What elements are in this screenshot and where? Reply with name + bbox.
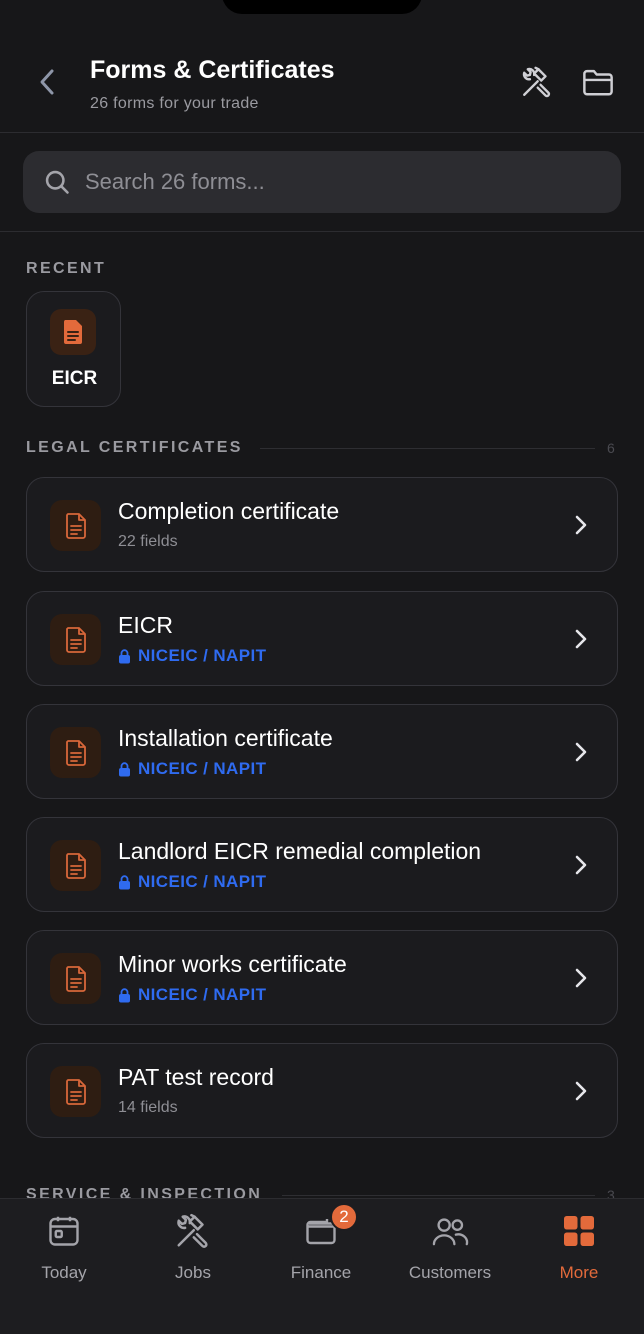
chevron-right-icon [571,626,591,652]
certificate-card[interactable]: Installation certificate NICEIC / NAPIT [26,704,618,799]
certificate-name: Landlord EICR remedial completion [118,838,482,864]
document-icon [65,852,86,879]
certificate-name: PAT test record [118,1064,274,1090]
certificate-card[interactable]: EICR NICEIC / NAPIT [26,591,618,686]
page-title: Forms & Certificates [90,56,335,84]
chevron-right-icon [571,1078,591,1104]
accreditation-badge: NICEIC / NAPIT [118,646,266,666]
tools-icon [177,1213,208,1248]
chevron-right-icon [571,852,591,878]
document-icon [65,512,86,539]
tab-finance[interactable]: 2 Finance [257,1203,385,1291]
certificate-name: Installation certificate [118,725,333,751]
document-icon [65,1078,86,1105]
section-label-legal: LEGAL CERTIFICATES [26,439,243,456]
recent-item-eicr[interactable]: EICR [26,291,121,407]
chevron-right-icon [571,739,591,765]
section-divider [260,448,595,449]
section-divider [282,1195,595,1196]
accreditation-text: NICEIC / NAPIT [138,985,267,1004]
accreditation-text: NICEIC / NAPIT [138,646,267,665]
back-button[interactable] [30,62,64,102]
accreditation-badge: NICEIC / NAPIT [118,985,266,1005]
field-count: 22 fields [118,533,178,550]
lock-icon [118,648,131,664]
document-icon [65,626,86,653]
document-icon [63,320,82,344]
certificate-card[interactable]: Minor works certificate NICEIC / NAPIT [26,930,618,1025]
grid-icon [564,1216,594,1246]
back-chevron-icon [40,69,54,95]
tab-label: Jobs [175,1263,211,1282]
chevron-right-icon [571,965,591,991]
notification-badge: 2 [330,1203,358,1231]
field-count: 14 fields [118,1099,178,1116]
header: Forms & Certificates 26 forms for your t… [0,0,644,133]
tab-bar: Today Jobs 2 Finance Customers More [0,1198,644,1334]
accreditation-badge: NICEIC / NAPIT [118,759,266,779]
hammer-wrench-icon [522,66,551,98]
accreditation-text: NICEIC / NAPIT [138,759,267,778]
search-input[interactable] [85,151,605,213]
page-subtitle: 26 forms for your trade [90,95,259,112]
tab-customers[interactable]: Customers [386,1211,514,1291]
chevron-right-icon [571,512,591,538]
tab-more[interactable]: More [515,1211,643,1291]
tab-jobs[interactable]: Jobs [129,1211,257,1291]
tools-button[interactable] [517,62,557,102]
accreditation-text: NICEIC / NAPIT [138,872,267,891]
section-count-legal: 6 [607,440,615,456]
document-icon [65,965,86,992]
certificate-name: Completion certificate [118,498,340,524]
people-icon [432,1218,469,1246]
search-icon [45,170,69,194]
certificate-name: EICR [118,612,173,638]
divider [0,231,644,232]
folder-icon [583,69,613,96]
certificate-card[interactable]: PAT test record 14 fields [26,1043,618,1138]
certificate-card[interactable]: Completion certificate 22 fields [26,477,618,572]
tab-label: Customers [408,1263,492,1282]
lock-icon [118,874,131,890]
tab-today[interactable]: Today [0,1211,128,1291]
lock-icon [118,761,131,777]
calendar-icon [49,1216,79,1246]
certificate-name: Minor works certificate [118,951,347,977]
search-bar[interactable] [23,151,621,213]
recent-item-label: EICR [51,368,98,389]
document-icon [65,739,86,766]
tab-label: More [559,1263,599,1282]
lock-icon [118,987,131,1003]
certificate-card[interactable]: Landlord EICR remedial completion NICEIC … [26,817,618,912]
folder-button[interactable] [578,62,618,102]
accreditation-badge: NICEIC / NAPIT [118,872,266,892]
tab-label: Finance [290,1263,352,1282]
section-label-recent: RECENT [26,260,107,277]
tab-label: Today [41,1263,87,1282]
